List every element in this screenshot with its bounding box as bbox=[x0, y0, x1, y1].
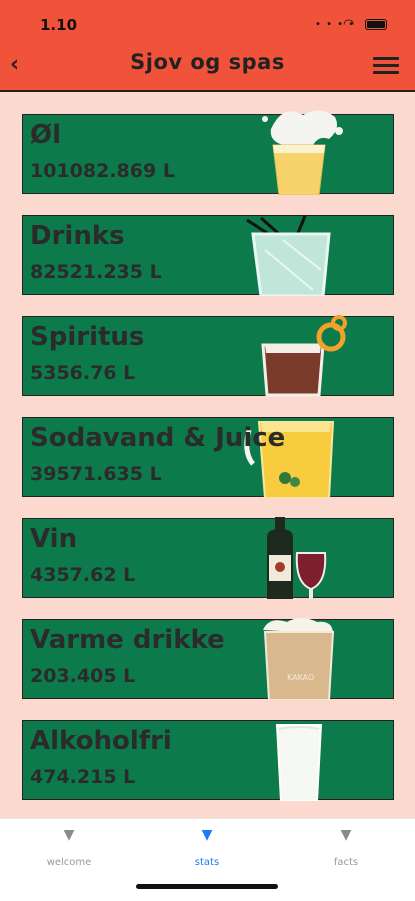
category-list: Øl 101082.869 L Drinks 82521.235 L Spiri… bbox=[22, 110, 394, 821]
category-value: 474.215 L bbox=[30, 766, 136, 788]
home-indicator[interactable] bbox=[136, 884, 278, 889]
category-value: 82521.235 L bbox=[30, 261, 162, 283]
wifi-icon: ◠ bbox=[343, 17, 355, 32]
hot-drink-cup-icon: KAKAO bbox=[263, 618, 335, 700]
status-icons: • • • • ◠ bbox=[315, 17, 395, 32]
category-card-varme-drikke[interactable]: KAKAO Varme drikke 203.405 L bbox=[22, 618, 394, 700]
svg-text:KAKAO: KAKAO bbox=[287, 673, 314, 682]
triangle-down-icon: ▼ bbox=[63, 827, 75, 843]
category-card-drinks[interactable]: Drinks 82521.235 L bbox=[22, 215, 394, 296]
tab-label: stats bbox=[194, 857, 220, 868]
category-card-alkoholfri[interactable]: Alkoholfri 474.215 L bbox=[22, 720, 394, 801]
category-card-spiritus[interactable]: Spiritus 5356.76 L bbox=[22, 315, 394, 397]
tab-label: facts bbox=[333, 857, 359, 868]
tab-facts[interactable]: ▼ facts bbox=[296, 827, 396, 868]
category-name: Varme drikke bbox=[30, 625, 225, 655]
status-time: 1.10 bbox=[40, 16, 78, 34]
category-name: Øl bbox=[30, 120, 62, 150]
triangle-down-icon: ▼ bbox=[340, 827, 352, 843]
category-value: 4357.62 L bbox=[30, 564, 136, 586]
category-value: 5356.76 L bbox=[30, 362, 136, 384]
hamburger-menu-icon[interactable] bbox=[373, 57, 399, 77]
category-name: Sodavand & Juice bbox=[30, 423, 286, 453]
tab-stats[interactable]: ▼ stats bbox=[157, 827, 257, 868]
page-title: Sjov og spas bbox=[130, 50, 285, 74]
category-card-sodavand-juice[interactable]: Sodavand & Juice 39571.635 L bbox=[22, 417, 394, 498]
category-name: Alkoholfri bbox=[30, 726, 172, 756]
category-card-vin[interactable]: Vin 4357.62 L bbox=[22, 517, 394, 599]
category-name: Spiritus bbox=[30, 322, 145, 352]
cocktail-glass-icon bbox=[246, 215, 331, 296]
water-glass-icon bbox=[275, 724, 323, 801]
category-name: Drinks bbox=[30, 221, 125, 251]
category-name: Vin bbox=[30, 524, 78, 554]
battery-icon bbox=[365, 19, 387, 30]
spirits-glass-icon bbox=[261, 315, 347, 397]
tab-label: welcome bbox=[46, 857, 92, 868]
category-value: 203.405 L bbox=[30, 665, 136, 687]
category-value: 101082.869 L bbox=[30, 160, 175, 182]
triangle-down-icon: ▼ bbox=[201, 827, 213, 843]
category-card-ol[interactable]: Øl 101082.869 L bbox=[22, 110, 394, 195]
category-value: 39571.635 L bbox=[30, 463, 162, 485]
wine-bottle-icon bbox=[267, 517, 327, 599]
status-bar: 1.10 • • • • ◠ bbox=[0, 0, 415, 44]
beer-glass-icon bbox=[262, 110, 343, 195]
nav-bar: ‹ Sjov og spas bbox=[0, 44, 415, 92]
tab-welcome[interactable]: ▼ welcome bbox=[19, 827, 119, 868]
